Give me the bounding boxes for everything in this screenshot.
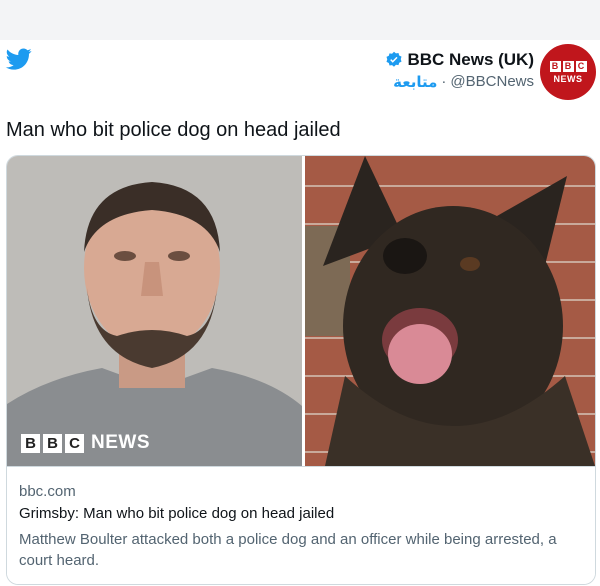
avatar-block-c: C (575, 60, 587, 72)
separator-dot: · (441, 73, 447, 90)
watermark-block-b1: B (21, 433, 40, 453)
watermark-news-text: NEWS (91, 432, 150, 453)
link-domain[interactable]: bbc.com (19, 483, 76, 500)
tweet-card[interactable]: BBC News (UK) متابعة · @BBCNews B B C NE… (0, 40, 600, 586)
link-description: Matthew Boulter attacked both a police d… (19, 531, 557, 569)
man-photo (7, 156, 302, 466)
follow-link[interactable]: متابعة (393, 73, 437, 91)
avatar-block-b1: B (549, 60, 561, 72)
top-background (0, 0, 600, 40)
tweet-text: Man who bit police dog on head jailed (6, 119, 341, 141)
link-title[interactable]: Grimsby: Man who bit police dog on head … (19, 505, 334, 522)
dog-photo (305, 156, 595, 466)
bbc-news-watermark: B B C NEWS (21, 432, 150, 454)
avatar-block-b2: B (562, 60, 574, 72)
author-name[interactable]: BBC News (UK) (407, 50, 534, 70)
watermark-block-b2: B (43, 433, 62, 453)
avatar[interactable]: B B C NEWS (540, 44, 596, 100)
link-preview-meta[interactable]: bbc.com Grimsby: Man who bit police dog … (7, 466, 595, 584)
author-handle[interactable]: @BBCNews (450, 73, 534, 91)
link-preview-image[interactable]: B B C NEWS (7, 156, 595, 466)
author-subline: متابعة · @BBCNews (385, 73, 534, 91)
author-info[interactable]: BBC News (UK) متابعة · @BBCNews (385, 50, 534, 91)
link-preview-card[interactable]: B B C NEWS bbc.com Grimsby: Man who bit … (6, 155, 596, 585)
verified-badge-icon (386, 51, 402, 67)
avatar-bbc-logo: B B C (549, 60, 587, 72)
twitter-bird-icon[interactable] (4, 46, 34, 72)
author-name-row[interactable]: BBC News (UK) (385, 50, 534, 70)
avatar-news-text: NEWS (553, 73, 583, 84)
watermark-block-c: C (65, 433, 84, 453)
